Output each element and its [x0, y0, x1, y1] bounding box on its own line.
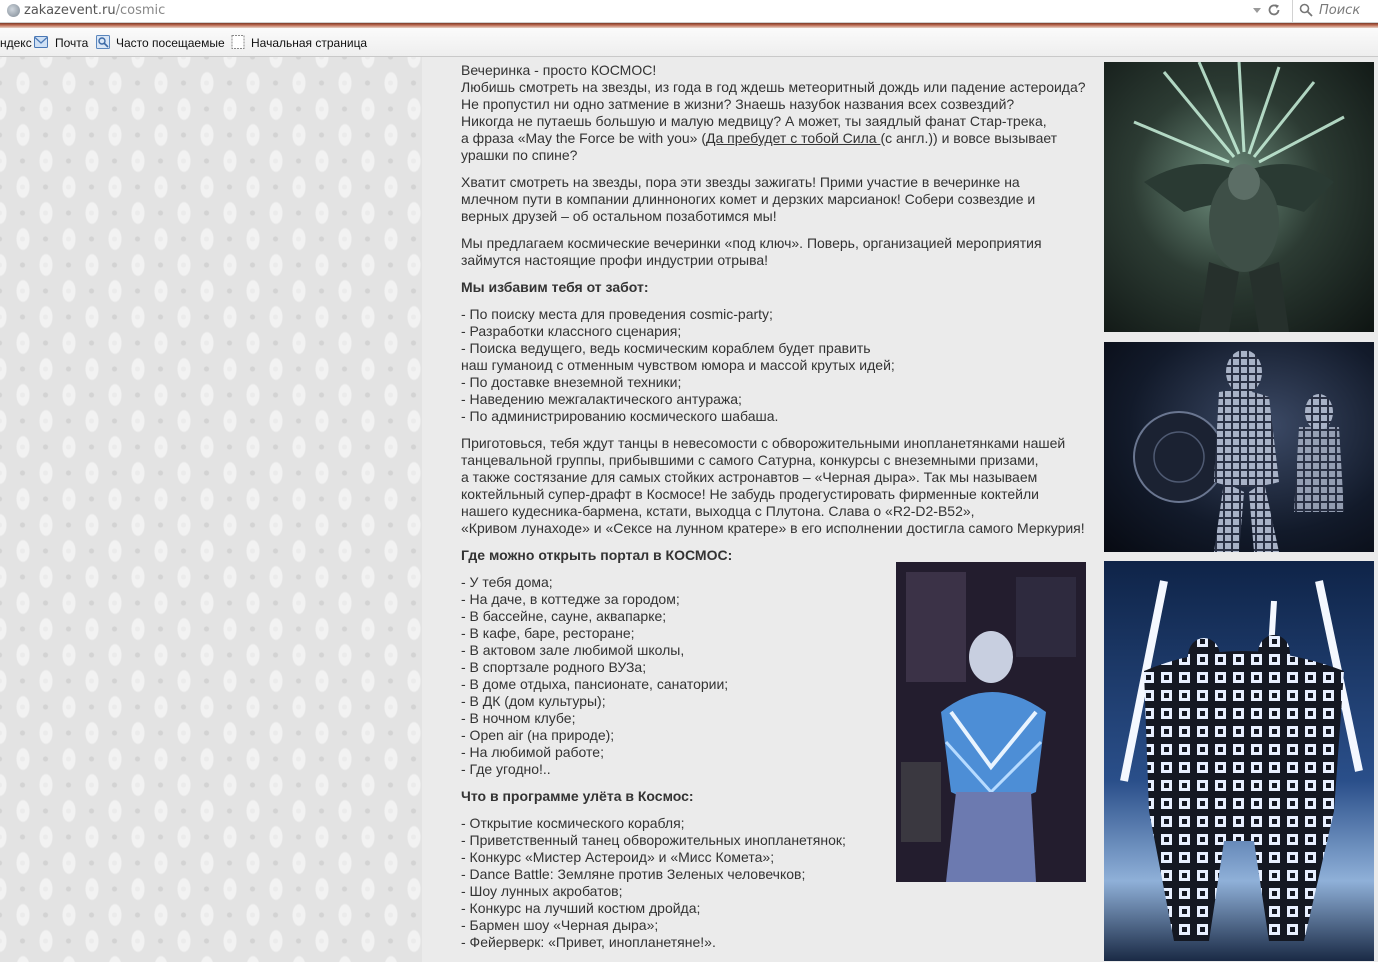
paragraph-3: Мы предлагаем космические вечеринки «под…	[461, 235, 1042, 268]
intro-paragraph: Вечеринка - просто КОСМОС! Любишь смотре…	[461, 62, 1106, 164]
paragraph-4: Приготовься, тебя ждут танцы в невесомос…	[461, 435, 1085, 536]
bookmark-most-visited[interactable]: Часто посещаемые	[116, 36, 225, 50]
services-list: - По поиску места для проведения cosmic-…	[461, 306, 895, 424]
bookmarks-toolbar: ндекс Почта Часто посещаемые Начальная с…	[0, 28, 1378, 57]
site-favicon-icon	[7, 4, 20, 17]
photo-mirror-costumes	[1104, 342, 1374, 552]
bookmark-yandex[interactable]: ндекс	[0, 36, 32, 50]
url-domain: zakazevent.ru	[24, 3, 116, 18]
history-dropdown-icon[interactable]	[1251, 3, 1263, 17]
translation-link[interactable]: Да пребудет с тобой Сила	[706, 130, 880, 146]
url-path: /cosmic	[115, 3, 166, 18]
search-icon	[1299, 3, 1313, 17]
paragraph-2: Хватит смотреть на звезды, пора эти звез…	[461, 174, 1036, 224]
search-box[interactable]: Поиск	[1292, 0, 1378, 22]
reload-icon[interactable]	[1267, 3, 1281, 17]
blank-page-icon	[231, 35, 245, 49]
bookmark-mail[interactable]: Почта	[55, 36, 88, 50]
most-visited-icon	[96, 35, 110, 49]
heading-no-worries: Мы избавим тебя от забот:	[461, 279, 649, 295]
bookmark-home-page[interactable]: Начальная страница	[251, 36, 367, 50]
url-text[interactable]: zakazevent.ru/cosmic	[24, 3, 165, 18]
search-placeholder: Поиск	[1319, 3, 1361, 18]
photo-glowing-costume	[896, 562, 1086, 882]
photo-led-dancers	[1104, 561, 1374, 961]
decorative-pattern	[0, 57, 422, 962]
photo-neon-costume	[1104, 62, 1374, 332]
mail-icon	[34, 36, 48, 48]
address-bar[interactable]: zakazevent.ru/cosmic Поиск	[0, 0, 1378, 23]
